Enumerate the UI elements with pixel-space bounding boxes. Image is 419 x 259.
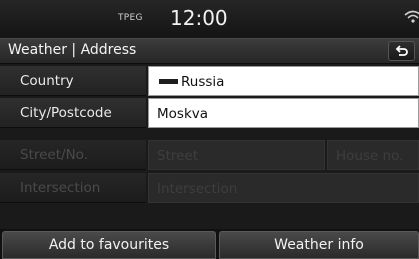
country-row[interactable]: Country Russia [0,66,419,98]
street-row: Street/No. Street House no. [0,140,419,172]
back-return-icon [395,45,408,56]
city-row[interactable]: City/Postcode Moskva [0,98,419,130]
country-value: Russia [181,74,225,90]
intersection-row: Intersection Intersection [0,173,419,205]
clock: 12:00 [170,6,228,30]
intersection-label: Intersection [0,173,146,203]
page-title: Weather | Address [8,42,137,58]
flag-icon [159,78,178,84]
status-bar: TPEG 12:00 [0,0,419,38]
city-field[interactable]: Moskva [148,98,419,128]
wifi-icon [404,9,419,23]
bottom-bar: Add to favourites Weather info [0,229,419,259]
city-label: City/Postcode [0,98,146,128]
title-bar: Weather | Address [0,38,419,64]
add-to-favourites-button[interactable]: Add to favourites [2,231,216,259]
house-number-field: House no. [327,140,419,170]
weather-info-button[interactable]: Weather info [219,231,419,259]
country-label: Country [0,66,146,96]
street-label: Street/No. [0,140,146,170]
tpeg-indicator: TPEG [118,13,143,23]
country-field[interactable]: Russia [148,66,419,96]
back-button[interactable] [388,41,415,61]
intersection-field: Intersection [148,173,419,203]
street-field: Street [148,140,325,170]
